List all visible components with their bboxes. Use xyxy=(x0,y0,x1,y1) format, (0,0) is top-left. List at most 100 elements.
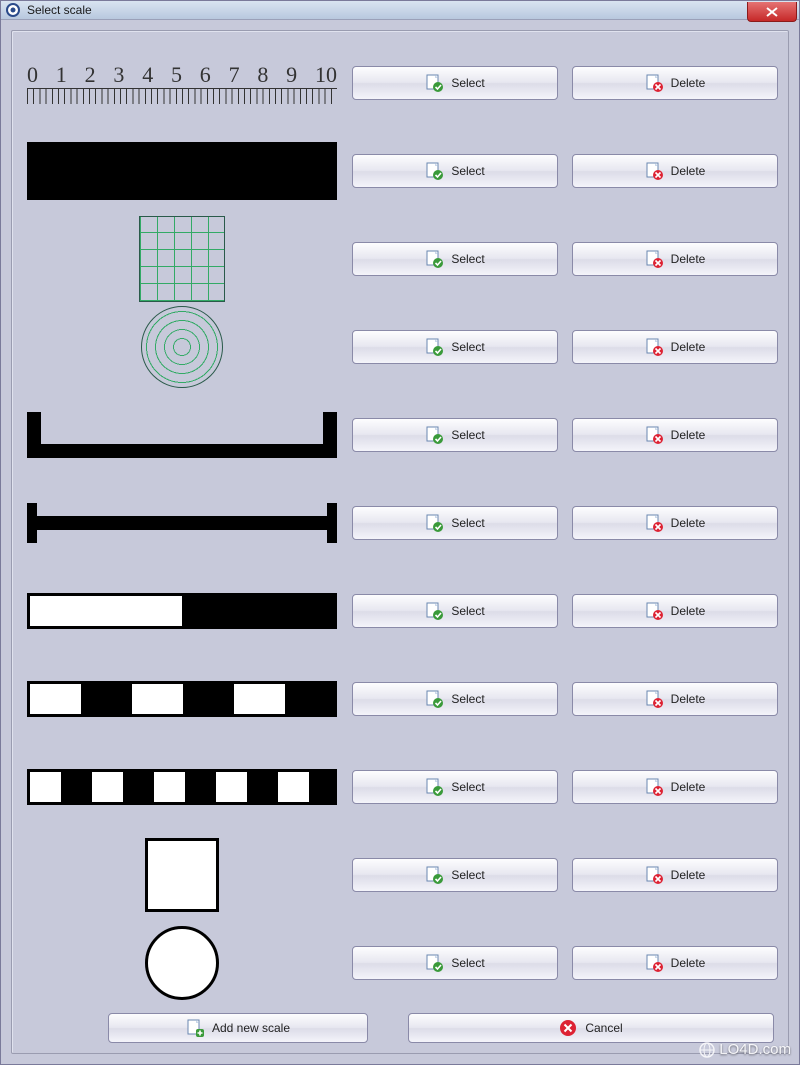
scale-preview-halfbar xyxy=(22,567,342,655)
document-check-icon xyxy=(425,690,443,708)
document-check-icon xyxy=(425,866,443,884)
delete-label: Delete xyxy=(671,340,706,354)
select-label: Select xyxy=(451,164,484,178)
delete-label: Delete xyxy=(671,164,706,178)
delete-button[interactable]: Delete xyxy=(572,418,778,452)
delete-button[interactable]: Delete xyxy=(572,242,778,276)
delete-button[interactable]: Delete xyxy=(572,594,778,628)
scale-preview-circle xyxy=(22,919,342,1007)
scale-row: Select Delete xyxy=(22,743,778,831)
document-check-icon xyxy=(425,514,443,532)
watermark-text: LO4D.com xyxy=(719,1041,791,1058)
scale-row: 0 1 2 3 4 5 6 7 8 9 10 xyxy=(22,39,778,127)
delete-button[interactable]: Delete xyxy=(572,154,778,188)
globe-icon xyxy=(699,1042,715,1058)
dialog-window: Select scale 0 1 2 3 4 5 xyxy=(0,0,800,1065)
select-button[interactable]: Select xyxy=(352,946,558,980)
scale-preview-thirds xyxy=(22,655,342,743)
scale-row: Select Delete xyxy=(22,391,778,479)
select-label: Select xyxy=(451,956,484,970)
add-scale-button[interactable]: Add new scale xyxy=(108,1013,368,1043)
delete-button[interactable]: Delete xyxy=(572,506,778,540)
document-check-icon xyxy=(425,250,443,268)
document-delete-icon xyxy=(645,162,663,180)
document-check-icon xyxy=(425,954,443,972)
cancel-button[interactable]: Cancel xyxy=(408,1013,774,1043)
scale-row: Select Delete xyxy=(22,303,778,391)
select-label: Select xyxy=(451,868,484,882)
document-delete-icon xyxy=(645,514,663,532)
delete-button[interactable]: Delete xyxy=(572,66,778,100)
delete-label: Delete xyxy=(671,692,706,706)
scale-rows: 0 1 2 3 4 5 6 7 8 9 10 xyxy=(22,39,778,1007)
document-delete-icon xyxy=(645,426,663,444)
select-label: Select xyxy=(451,516,484,530)
select-button[interactable]: Select xyxy=(352,418,558,452)
delete-label: Delete xyxy=(671,868,706,882)
window-title: Select scale xyxy=(27,3,92,17)
document-delete-icon xyxy=(645,338,663,356)
document-delete-icon xyxy=(645,866,663,884)
document-check-icon xyxy=(425,162,443,180)
select-label: Select xyxy=(451,76,484,90)
scale-preview-fifths xyxy=(22,743,342,831)
select-button[interactable]: Select xyxy=(352,66,558,100)
select-button[interactable]: Select xyxy=(352,242,558,276)
ruler-num: 8 xyxy=(257,62,268,88)
scale-preview-grid xyxy=(22,215,342,303)
document-check-icon xyxy=(425,602,443,620)
delete-button[interactable]: Delete xyxy=(572,946,778,980)
document-delete-icon xyxy=(645,74,663,92)
select-button[interactable]: Select xyxy=(352,682,558,716)
content-panel: 0 1 2 3 4 5 6 7 8 9 10 xyxy=(11,30,789,1054)
titlebar: Select scale xyxy=(1,1,799,20)
close-button[interactable] xyxy=(747,2,797,22)
ruler-num: 6 xyxy=(200,62,211,88)
document-check-icon xyxy=(425,778,443,796)
document-delete-icon xyxy=(645,250,663,268)
document-delete-icon xyxy=(645,690,663,708)
document-check-icon xyxy=(425,338,443,356)
close-icon xyxy=(766,7,778,17)
delete-button[interactable]: Delete xyxy=(572,858,778,892)
delete-label: Delete xyxy=(671,516,706,530)
ruler-num: 4 xyxy=(142,62,153,88)
delete-label: Delete xyxy=(671,956,706,970)
app-icon xyxy=(5,2,21,18)
ruler-num: 0 xyxy=(27,62,38,88)
ruler-num: 9 xyxy=(286,62,297,88)
delete-label: Delete xyxy=(671,428,706,442)
select-button[interactable]: Select xyxy=(352,770,558,804)
select-button[interactable]: Select xyxy=(352,330,558,364)
scale-preview-circles xyxy=(22,303,342,391)
scale-row: Select Delete xyxy=(22,215,778,303)
delete-button[interactable]: Delete xyxy=(572,682,778,716)
scale-preview-ibar xyxy=(22,479,342,567)
scale-preview-ubar xyxy=(22,391,342,479)
scale-preview-square xyxy=(22,831,342,919)
watermark: LO4D.com xyxy=(699,1041,791,1058)
delete-button[interactable]: Delete xyxy=(572,330,778,364)
scale-row: Select Delete xyxy=(22,567,778,655)
cancel-label: Cancel xyxy=(585,1021,622,1035)
select-label: Select xyxy=(451,252,484,266)
ruler-num: 2 xyxy=(85,62,96,88)
document-delete-icon xyxy=(645,954,663,972)
scale-row: Select Delete xyxy=(22,919,778,1007)
select-button[interactable]: Select xyxy=(352,594,558,628)
document-check-icon xyxy=(425,74,443,92)
delete-label: Delete xyxy=(671,604,706,618)
select-button[interactable]: Select xyxy=(352,858,558,892)
document-add-icon xyxy=(186,1019,204,1037)
select-button[interactable]: Select xyxy=(352,506,558,540)
delete-button[interactable]: Delete xyxy=(572,770,778,804)
scale-preview-blackbar xyxy=(22,127,342,215)
select-button[interactable]: Select xyxy=(352,154,558,188)
ruler-num: 10 xyxy=(315,62,337,88)
select-label: Select xyxy=(451,428,484,442)
scale-row: Select Delete xyxy=(22,831,778,919)
delete-label: Delete xyxy=(671,780,706,794)
ruler-num: 1 xyxy=(56,62,67,88)
scale-row: Select Delete xyxy=(22,655,778,743)
document-check-icon xyxy=(425,426,443,444)
